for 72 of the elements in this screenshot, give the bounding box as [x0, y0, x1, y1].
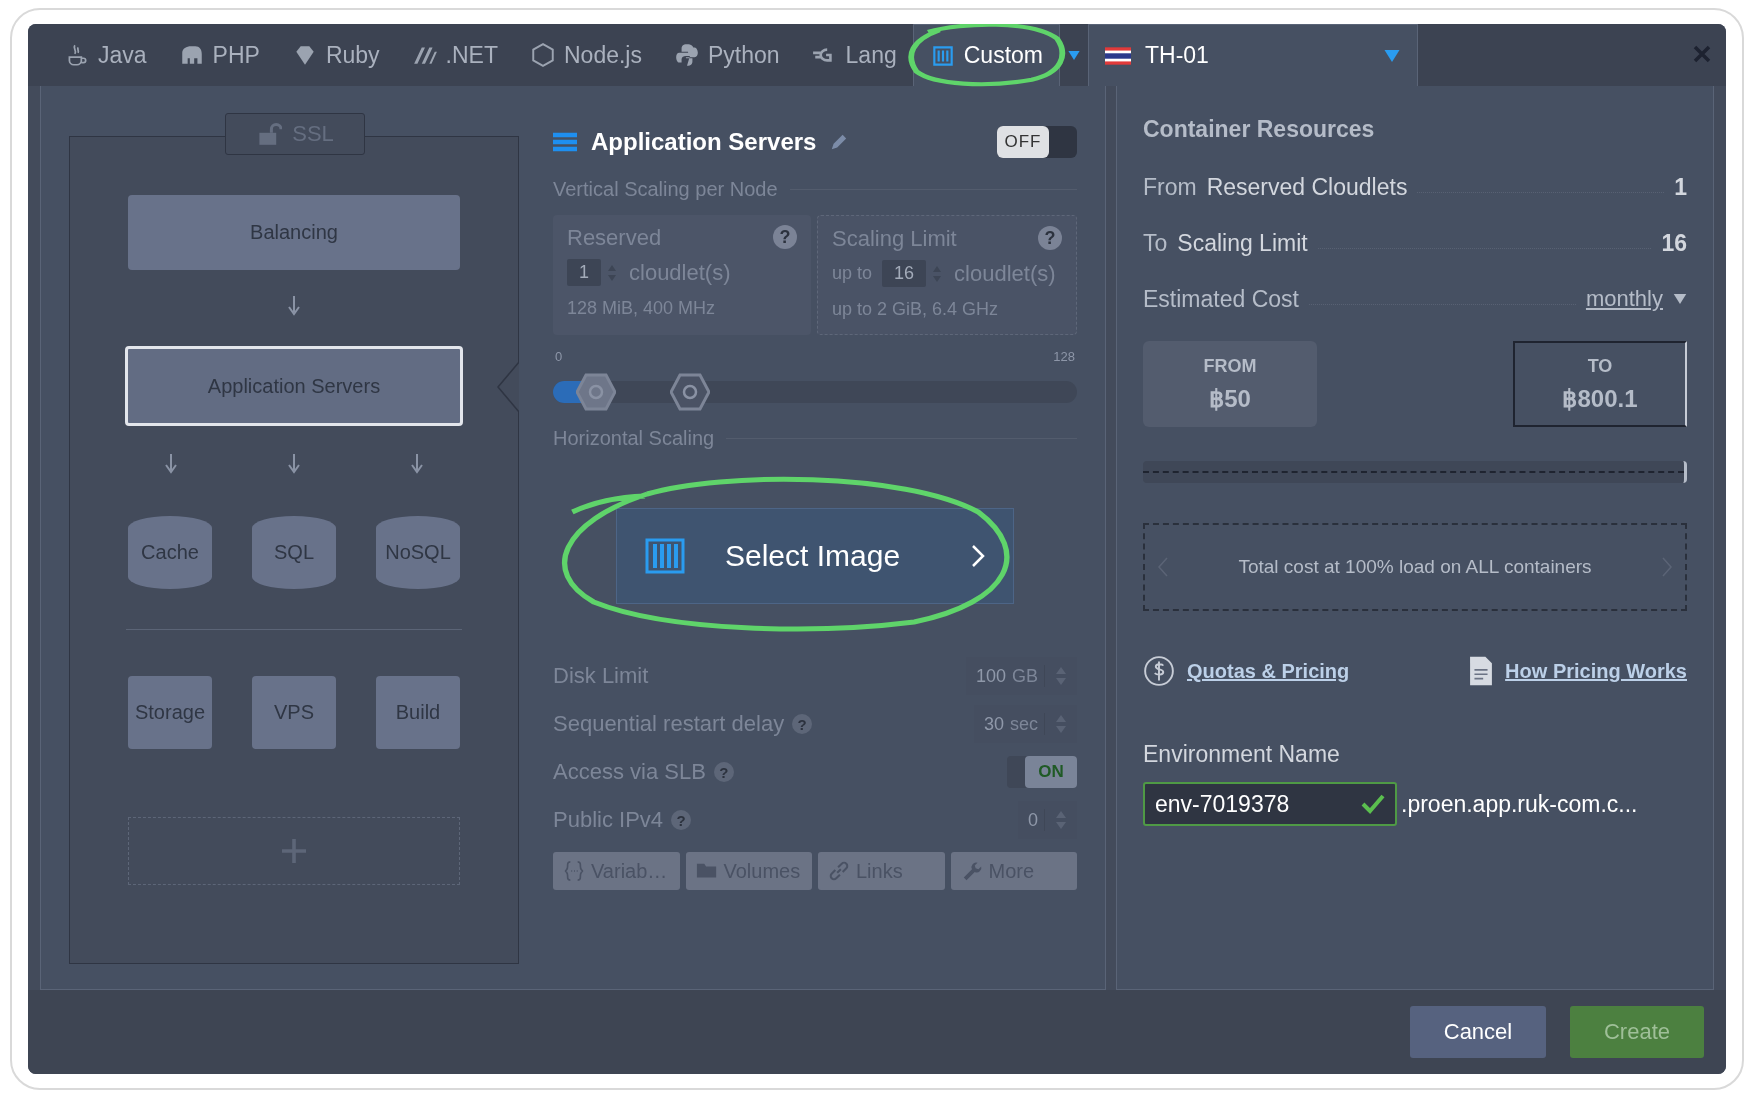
row-prefix: To	[1143, 229, 1168, 257]
environment-name-field[interactable]: env-7019378	[1143, 782, 1397, 826]
pencil-icon[interactable]	[830, 133, 849, 151]
pricing-link[interactable]: How Pricing Works	[1505, 659, 1687, 683]
tab[interactable]: .NET	[395, 24, 514, 86]
number-field[interactable]: 1	[567, 259, 601, 286]
help-icon[interactable]: ?	[671, 810, 692, 830]
toggle-switch[interactable]: ON	[1007, 756, 1077, 788]
plus-icon	[282, 839, 306, 863]
select-image-button[interactable]: Select Image	[616, 508, 1014, 604]
cancel-button[interactable]: Cancel	[1410, 1006, 1546, 1058]
row-prefix: From	[1143, 173, 1197, 201]
row-value: 16	[1661, 229, 1687, 257]
chevron-right-icon	[971, 544, 985, 568]
application-servers-node[interactable]: Application Servers	[125, 346, 463, 426]
tab[interactable]: Lang	[795, 24, 913, 86]
document-icon	[1469, 655, 1494, 687]
row-label: Estimated Cost	[1143, 285, 1299, 313]
tab[interactable]: Java	[48, 24, 163, 86]
row-value: 1	[1674, 173, 1687, 201]
hexagon-handle[interactable]	[575, 373, 616, 411]
menu-icon[interactable]	[553, 132, 577, 152]
help-icon[interactable]: ?	[1038, 226, 1062, 250]
domain-text: .proen.app.ruk-com.c...	[1401, 790, 1638, 818]
database-node[interactable]: NoSQL	[376, 516, 460, 589]
panel-title: Container Resources	[1143, 116, 1376, 143]
help-icon[interactable]: ?	[713, 762, 734, 782]
lock-icon	[256, 122, 283, 146]
arrow-icon	[288, 454, 300, 474]
bars-icon	[645, 538, 685, 574]
arrow-icon	[164, 454, 177, 474]
period-dropdown[interactable]: monthly	[1585, 286, 1663, 312]
max-label: 128	[1053, 349, 1075, 364]
note-text: Total cost at 100% load on ALL containers	[1237, 556, 1593, 578]
to-cost-card: TO ฿800.1	[1513, 341, 1687, 427]
help-icon[interactable]: ?	[792, 714, 813, 734]
caret-icon[interactable]	[1673, 294, 1687, 304]
arrow-icon	[288, 296, 300, 316]
add-node-button[interactable]	[128, 817, 460, 885]
tab[interactable]: Python	[657, 24, 796, 86]
hexagon-handle[interactable]	[670, 373, 711, 411]
node-title: Application Servers	[591, 128, 817, 156]
caret-icon[interactable]	[1068, 50, 1080, 60]
node-button[interactable]: Storage	[128, 676, 212, 749]
balancing-node[interactable]: Balancing	[128, 195, 460, 270]
row-label: Reserved Cloudlets	[1206, 173, 1408, 201]
quotas-link[interactable]: Quotas & Pricing	[1187, 659, 1350, 683]
database-node[interactable]: Cache	[128, 516, 212, 589]
dollar-icon	[1143, 655, 1175, 687]
arrow-icon	[411, 454, 424, 474]
caret-icon	[1383, 49, 1401, 62]
check-icon	[1361, 794, 1385, 814]
create-button[interactable]: Create	[1570, 1006, 1704, 1058]
close-icon[interactable]	[1692, 44, 1712, 64]
link-icon	[828, 860, 850, 882]
node-button[interactable]: Build	[376, 676, 460, 749]
database-node[interactable]: SQL	[252, 516, 336, 589]
number-field[interactable]: 16	[882, 260, 927, 287]
min-label: 0	[555, 349, 563, 364]
flag-icon	[1105, 46, 1131, 65]
help-icon[interactable]: ?	[773, 225, 797, 249]
region-dropdown[interactable]: TH-01	[1088, 24, 1418, 86]
hexagon-icon	[530, 42, 556, 68]
row-label: Scaling Limit	[1177, 229, 1308, 257]
toggle-switch[interactable]: OFF	[997, 126, 1077, 158]
field-label: Environment Name	[1143, 741, 1341, 768]
tab[interactable]: Ruby	[275, 24, 396, 86]
tab[interactable]: Node.js	[514, 24, 658, 86]
from-cost-card: FROM ฿50	[1143, 341, 1317, 427]
tab[interactable]: PHP	[162, 24, 276, 86]
node-button[interactable]: VPS	[252, 676, 336, 749]
braces-icon	[563, 860, 585, 882]
